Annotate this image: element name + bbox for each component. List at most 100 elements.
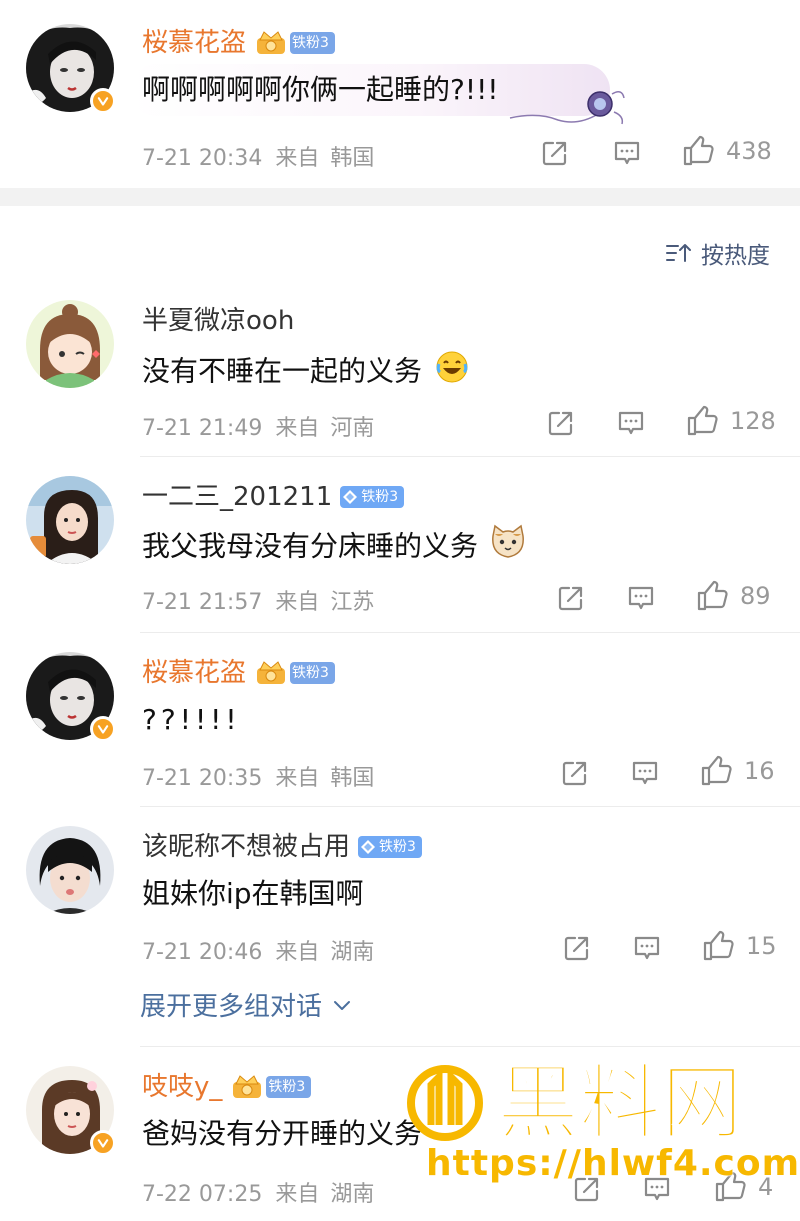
avatar[interactable] bbox=[26, 476, 114, 564]
like-button[interactable]: 16 bbox=[700, 755, 775, 787]
share-button[interactable] bbox=[556, 583, 586, 613]
comment-text: 姐妹你ip在韩国啊 bbox=[142, 877, 364, 910]
username-text[interactable]: 桜慕花盗 bbox=[142, 26, 246, 60]
username[interactable]: 半夏微凉ooh bbox=[142, 304, 294, 338]
avatar[interactable] bbox=[26, 652, 116, 742]
like-button[interactable]: 15 bbox=[702, 930, 777, 962]
comment-time: 7-21 20:34 bbox=[142, 146, 263, 171]
avatar[interactable] bbox=[26, 24, 116, 114]
comment-time: 7-21 21:49 bbox=[142, 416, 263, 441]
crown-fan-icon bbox=[254, 660, 288, 686]
comment-meta: 7-21 20:34 来自 韩国 bbox=[142, 140, 374, 172]
username-text[interactable]: 半夏微凉ooh bbox=[142, 304, 294, 338]
comment-text: 爸妈没有分开睡的义务 bbox=[142, 1117, 423, 1150]
share-button[interactable] bbox=[560, 758, 590, 788]
like-count: 89 bbox=[740, 582, 771, 610]
share-icon bbox=[556, 583, 586, 613]
diamond-icon bbox=[342, 489, 358, 505]
divider bbox=[140, 632, 800, 633]
chevron-down-icon bbox=[334, 1000, 351, 1010]
avatar-image bbox=[26, 300, 114, 388]
comment-button[interactable] bbox=[612, 138, 642, 168]
comment-from: 来自 bbox=[275, 940, 320, 965]
divider bbox=[140, 456, 800, 457]
like-button[interactable]: 438 bbox=[682, 135, 772, 167]
share-icon bbox=[540, 138, 570, 168]
avatar[interactable] bbox=[26, 826, 114, 914]
share-button[interactable] bbox=[546, 408, 576, 438]
comment-text: 没有不睡在一起的义务 bbox=[142, 350, 469, 395]
expand-label: 展开更多组对话 bbox=[140, 992, 323, 1022]
section-divider bbox=[0, 188, 800, 206]
bubble-decoration-icon bbox=[509, 91, 625, 125]
watermark-url: https://hlwf4.com bbox=[426, 1143, 800, 1184]
username[interactable]: 吱吱y_ 铁粉3 bbox=[142, 1070, 312, 1104]
fan-badge: 铁粉3 bbox=[340, 486, 405, 508]
comment-text: 我父我母没有分床睡的义务 bbox=[142, 524, 527, 571]
comment-time: 7-21 20:46 bbox=[142, 940, 263, 965]
like-icon bbox=[682, 135, 716, 167]
fan-badge: 铁粉3 bbox=[266, 1076, 312, 1098]
avatar[interactable] bbox=[26, 1066, 116, 1156]
like-button[interactable]: 89 bbox=[696, 580, 771, 612]
watermark-logo: 黑料网 bbox=[405, 1055, 775, 1152]
like-icon bbox=[696, 580, 730, 612]
verified-v-icon bbox=[90, 1130, 116, 1156]
comment-icon bbox=[616, 408, 646, 438]
diamond-icon bbox=[360, 839, 376, 855]
verified-v-icon bbox=[90, 716, 116, 742]
username[interactable]: 桜慕花盗 铁粉3 bbox=[142, 26, 335, 60]
fan-badge: 铁粉3 bbox=[290, 32, 335, 54]
share-button[interactable] bbox=[562, 933, 592, 963]
fan-badge: 铁粉3 bbox=[290, 662, 335, 684]
share-button[interactable] bbox=[540, 138, 570, 168]
crown-fan-icon bbox=[254, 30, 288, 56]
comment-from: 来自 bbox=[275, 1182, 320, 1207]
comment-meta: 7-21 20:46 来自 湖南 bbox=[142, 934, 374, 966]
sort-label: 按热度 bbox=[701, 243, 770, 269]
like-count: 16 bbox=[744, 757, 775, 785]
username-text[interactable]: 该昵称不想被占用 bbox=[142, 830, 350, 864]
comment-time: 7-21 21:57 bbox=[142, 590, 263, 615]
like-count: 438 bbox=[726, 137, 772, 165]
comment-meta: 7-21 21:57 来自 江苏 bbox=[142, 584, 374, 616]
sort-icon bbox=[666, 244, 691, 262]
comment-location: 江苏 bbox=[330, 590, 375, 615]
avatar[interactable] bbox=[26, 300, 114, 388]
divider bbox=[140, 806, 800, 807]
comment-location: 河南 bbox=[330, 416, 375, 441]
share-icon bbox=[546, 408, 576, 438]
laugh-cry-emoji-icon bbox=[435, 350, 469, 395]
comment-button[interactable] bbox=[630, 758, 660, 788]
comment-from: 来自 bbox=[275, 146, 320, 171]
like-icon bbox=[686, 405, 720, 437]
comment-time: 7-22 07:25 bbox=[142, 1182, 263, 1207]
comment-meta: 7-21 20:35 来自 韩国 bbox=[142, 760, 374, 792]
like-icon bbox=[702, 930, 736, 962]
username[interactable]: 该昵称不想被占用 铁粉3 bbox=[142, 830, 422, 864]
comment-icon bbox=[626, 583, 656, 613]
sort-toggle[interactable]: 按热度 bbox=[665, 236, 770, 270]
expand-more-button[interactable]: 展开更多组对话 bbox=[140, 986, 354, 1023]
comment-text: 啊啊啊啊啊你俩一起睡的?!!! bbox=[142, 73, 499, 106]
comment-location: 湖南 bbox=[330, 940, 375, 965]
comment-location: 韩国 bbox=[330, 146, 375, 171]
username[interactable]: 桜慕花盗 铁粉3 bbox=[142, 656, 335, 690]
comment-location: 湖南 bbox=[330, 1182, 375, 1207]
comment-icon bbox=[612, 138, 642, 168]
like-button[interactable]: 128 bbox=[686, 405, 776, 437]
comment-button[interactable] bbox=[632, 933, 662, 963]
comment-button[interactable] bbox=[626, 583, 656, 613]
comment-button[interactable] bbox=[616, 408, 646, 438]
avatar-image bbox=[26, 826, 114, 914]
username-text[interactable]: 一二三_201211 bbox=[142, 480, 332, 514]
watermark-brand: 黑料网 bbox=[497, 1056, 743, 1145]
cat-emoji-icon bbox=[489, 524, 527, 571]
username[interactable]: 一二三_201211 铁粉3 bbox=[142, 480, 405, 514]
username-text[interactable]: 吱吱y_ bbox=[142, 1070, 222, 1104]
comment-meta: 7-22 07:25 来自 湖南 bbox=[142, 1176, 374, 1208]
comment-icon bbox=[630, 758, 660, 788]
username-text[interactable]: 桜慕花盗 bbox=[142, 656, 246, 690]
like-count: 15 bbox=[746, 932, 777, 960]
watermark-mark-icon bbox=[407, 1065, 483, 1141]
